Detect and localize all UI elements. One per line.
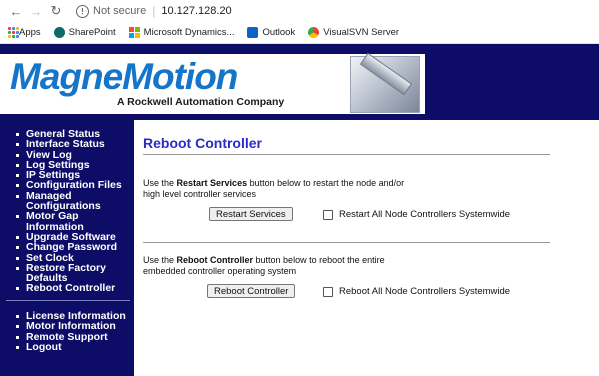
desc-text: embedded controller operating system bbox=[143, 265, 297, 276]
magnemotion-logo: MagneMotion bbox=[10, 56, 238, 97]
back-arrow-icon[interactable]: ← bbox=[6, 4, 26, 19]
bookmark-visualsvn[interactable]: VisualSVN Server bbox=[308, 27, 399, 38]
reboot-controller-button[interactable]: Reboot Controller bbox=[207, 284, 296, 298]
bullet-icon bbox=[16, 345, 19, 349]
url-text[interactable]: 10.127.128.20 bbox=[161, 5, 231, 17]
outlook-icon bbox=[247, 27, 259, 38]
sharepoint-icon bbox=[53, 27, 65, 38]
reboot-description: Use the Reboot Controller button below t… bbox=[143, 255, 463, 276]
sidebar-nav: General Status Interface Status View Log Lo… bbox=[0, 120, 134, 376]
bullet-icon bbox=[16, 287, 19, 291]
bullet-icon bbox=[16, 246, 19, 250]
sidebar-item-label: Reboot Controller bbox=[26, 282, 116, 295]
bookmark-label: VisualSVN Server bbox=[323, 27, 400, 38]
title-divider bbox=[143, 154, 550, 155]
sidebar-item-reboot-controller[interactable]: Reboot Controller bbox=[0, 282, 134, 295]
restart-description: Use the Restart Services button below to… bbox=[143, 178, 463, 199]
url-separator: | bbox=[152, 4, 156, 18]
reboot-all-checkbox[interactable] bbox=[323, 286, 333, 297]
bookmark-apps[interactable]: Apps bbox=[8, 27, 41, 38]
logo-tagline: A Rockwell Automation Company bbox=[117, 96, 285, 108]
desc-bold-text: Restart Services bbox=[176, 178, 248, 188]
sidebar-secondary-list: License Information Motor Information Remo… bbox=[0, 311, 134, 352]
sidebar-item-label: Logout bbox=[26, 340, 62, 353]
bookmark-label: Apps bbox=[19, 27, 41, 38]
reboot-all-checkbox-label: Reboot All Node Controllers Systemwide bbox=[339, 286, 511, 297]
bullet-icon bbox=[16, 194, 19, 198]
bullet-icon bbox=[16, 256, 19, 260]
page-title: Reboot Controller bbox=[143, 135, 262, 151]
apps-grid-icon bbox=[8, 27, 19, 38]
bullet-icon bbox=[16, 153, 19, 157]
chrome-icon bbox=[308, 27, 320, 38]
reload-icon[interactable]: ↻ bbox=[46, 3, 66, 19]
section-divider bbox=[143, 242, 550, 243]
desc-text: button below to restart the node and/or bbox=[247, 178, 405, 188]
sidebar-divider bbox=[6, 300, 130, 301]
bullet-icon bbox=[16, 174, 19, 178]
sidebar-primary-list: General Status Interface Status View Log Lo… bbox=[0, 129, 134, 294]
forward-arrow-icon[interactable]: → bbox=[26, 4, 46, 19]
main-content: Reboot Controller Use the Restart Servic… bbox=[134, 120, 599, 376]
logo-panel: MagneMotion A Rockwell Automation Compan… bbox=[0, 52, 425, 114]
bullet-icon bbox=[16, 143, 19, 147]
security-indicator[interactable]: ! Not secure bbox=[76, 4, 147, 18]
reboot-all-checkbox-row[interactable]: Reboot All Node Controllers Systemwide bbox=[323, 286, 510, 297]
bullet-icon bbox=[16, 325, 19, 329]
bullet-icon bbox=[16, 235, 19, 239]
product-track-image bbox=[350, 52, 420, 113]
restart-services-button[interactable]: Restart Services bbox=[209, 207, 293, 221]
bookmark-outlook[interactable]: Outlook bbox=[247, 27, 295, 38]
bullet-icon bbox=[16, 163, 19, 167]
bullet-icon bbox=[16, 215, 19, 219]
desc-bold-text: Reboot Controller bbox=[176, 255, 254, 265]
desc-text: Use the bbox=[143, 178, 177, 188]
bookmark-label: Microsoft Dynamics... bbox=[143, 27, 235, 38]
desc-text: button below to reboot the entire bbox=[253, 255, 385, 265]
microsoft-logo-icon bbox=[128, 27, 140, 38]
bullet-icon bbox=[16, 184, 19, 188]
sidebar-item-motor-gap-information[interactable]: Motor Gap Information bbox=[0, 211, 134, 232]
sidebar-item-managed-configurations[interactable]: Managed Configurations bbox=[0, 191, 134, 212]
bookmark-label: Outlook bbox=[262, 27, 296, 38]
restart-all-checkbox-row[interactable]: Restart All Node Controllers Systemwide bbox=[323, 209, 510, 220]
bookmarks-bar: Apps SharePoint Microsoft Dynamics... Ou… bbox=[0, 22, 599, 44]
sidebar-item-logout[interactable]: Logout bbox=[0, 342, 134, 352]
bullet-icon bbox=[16, 335, 19, 339]
sidebar-item-restore-factory-defaults[interactable]: Restore Factory Defaults bbox=[0, 263, 134, 284]
track-rail-graphic bbox=[359, 52, 413, 96]
desc-text: high level controller services bbox=[143, 188, 257, 199]
bullet-icon bbox=[16, 315, 19, 318]
browser-toolbar: ← → ↻ ! Not secure | 10.127.128.20 bbox=[0, 0, 599, 22]
security-text: Not secure bbox=[93, 5, 147, 17]
info-warning-icon: ! bbox=[76, 4, 89, 18]
bullet-icon bbox=[16, 133, 19, 136]
restart-all-checkbox-label: Restart All Node Controllers Systemwide bbox=[339, 209, 511, 220]
bookmark-sharepoint[interactable]: SharePoint bbox=[53, 27, 116, 38]
desc-text: Use the bbox=[143, 255, 177, 265]
page-header: MagneMotion A Rockwell Automation Compan… bbox=[0, 44, 599, 120]
bookmark-microsoft-dynamics[interactable]: Microsoft Dynamics... bbox=[128, 27, 235, 38]
sidebar-item-remote-support[interactable]: Remote Support bbox=[0, 331, 134, 342]
bullet-icon bbox=[16, 266, 19, 270]
restart-all-checkbox[interactable] bbox=[323, 209, 333, 220]
bookmark-label: SharePoint bbox=[68, 27, 116, 38]
